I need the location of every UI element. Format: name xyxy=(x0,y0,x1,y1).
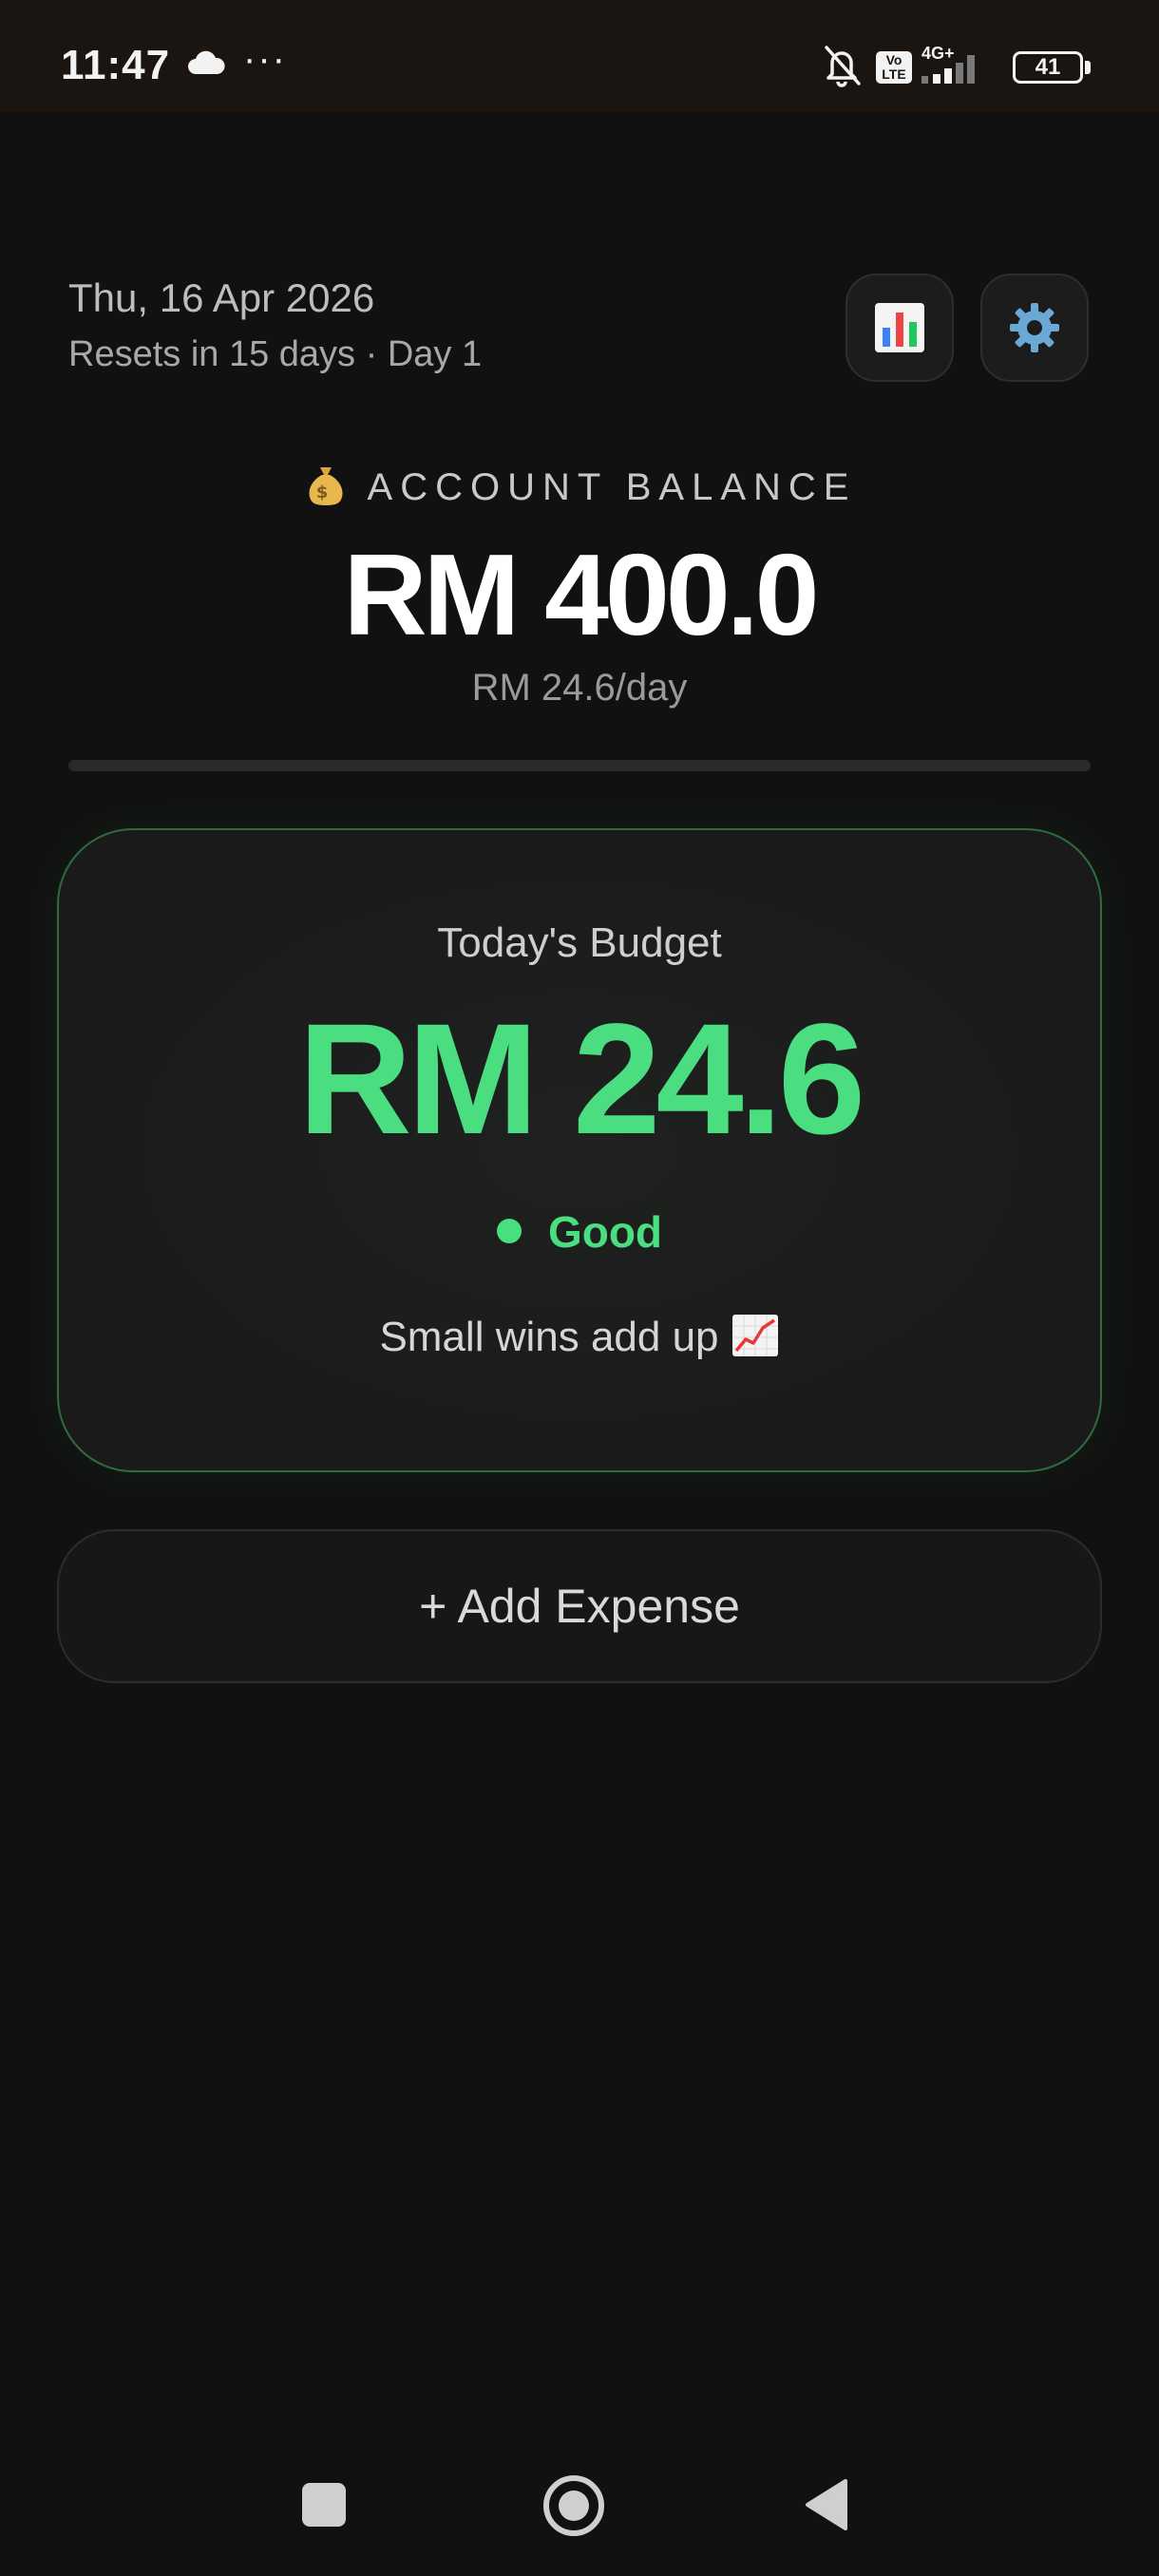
daily-allowance: RM 24.6/day xyxy=(471,667,688,709)
back-button[interactable] xyxy=(802,2477,849,2532)
battery-level: 41 xyxy=(1035,54,1061,80)
money-bag-icon: $ xyxy=(309,467,343,505)
cycle-progress-bar xyxy=(68,760,1091,771)
svg-text:$: $ xyxy=(315,483,335,502)
budget-status: Good xyxy=(59,1206,1100,1258)
battery-icon: 41 xyxy=(1013,51,1083,84)
home-button[interactable] xyxy=(543,2475,604,2536)
todays-budget-card: Today's Budget RM 24.6 Good Small wins a… xyxy=(57,828,1102,1472)
more-icon: ··· xyxy=(243,38,287,80)
recent-apps-button[interactable] xyxy=(302,2483,346,2527)
stats-button[interactable] xyxy=(846,274,954,382)
bar-chart-icon xyxy=(875,303,924,352)
battery-tip xyxy=(1085,61,1091,74)
balance-label-row: $ ACCOUNT BALANCE xyxy=(0,462,1159,509)
status-text: Good xyxy=(547,1207,663,1257)
budget-value: RM 24.6 xyxy=(297,992,865,1167)
account-balance-value: RM 400.0 xyxy=(343,530,820,659)
status-dot xyxy=(496,1219,522,1243)
gear-icon xyxy=(1010,303,1059,352)
settings-button[interactable] xyxy=(980,274,1089,382)
budget-title: Today's Budget xyxy=(437,919,722,966)
status-bar: 11:47 ··· Vo LTE 4G+ 41 xyxy=(0,0,1159,112)
motivation-message: Small wins add up xyxy=(59,1313,1100,1361)
home-dot xyxy=(559,2491,589,2521)
system-nav-bar xyxy=(0,2432,1159,2576)
signal-icon xyxy=(922,55,975,84)
motivation-text: Small wins add up xyxy=(379,1314,719,1360)
account-balance-label: ACCOUNT BALANCE xyxy=(367,466,857,508)
volte-badge: Vo LTE xyxy=(876,51,912,84)
status-time: 11:47 xyxy=(61,42,171,88)
notifications-off-icon xyxy=(825,46,861,87)
current-date: Thu, 16 Apr 2026 xyxy=(68,275,375,320)
add-expense-button[interactable]: + Add Expense xyxy=(57,1529,1102,1683)
cloud-icon xyxy=(188,50,225,74)
chart-increasing-icon xyxy=(732,1315,778,1356)
reset-info: Resets in 15 days · Day 1 xyxy=(68,334,483,374)
